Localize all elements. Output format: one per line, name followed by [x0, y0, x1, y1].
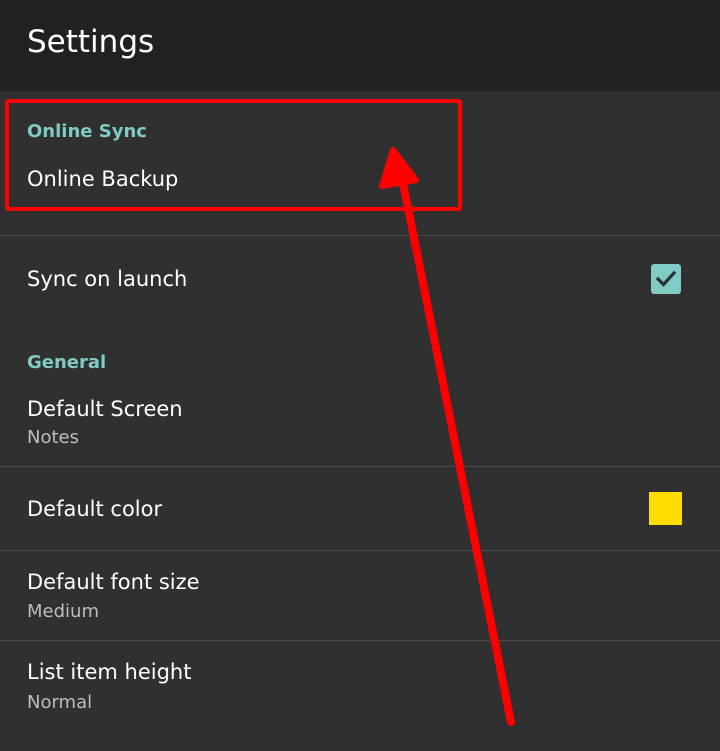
- pref-default-color[interactable]: Default color: [0, 467, 720, 550]
- pref-summary: Notes: [27, 427, 79, 448]
- category-general: General: [27, 352, 107, 373]
- app-bar: Settings: [0, 0, 720, 91]
- sync-on-launch-checkbox[interactable]: [651, 264, 681, 294]
- pref-title: Default color: [27, 497, 163, 521]
- page-title: Settings: [27, 24, 155, 60]
- pref-summary: Normal: [27, 692, 93, 713]
- pref-title: Online Backup: [27, 167, 179, 191]
- pref-online-backup[interactable]: Online Backup: [0, 150, 720, 235]
- color-swatch[interactable]: [649, 492, 682, 525]
- pref-default-screen[interactable]: Default Screen Notes: [0, 380, 720, 466]
- pref-title: Default font size: [27, 570, 200, 594]
- pref-sync-on-launch[interactable]: Sync on launch: [0, 236, 720, 326]
- pref-title: List item height: [27, 660, 192, 684]
- pref-title: Default Screen: [27, 397, 183, 421]
- pref-summary: Medium: [27, 601, 99, 622]
- category-online-sync: Online Sync: [27, 121, 147, 142]
- pref-default-font-size[interactable]: Default font size Medium: [0, 551, 720, 640]
- checkmark-icon: [655, 270, 677, 287]
- pref-title: Sync on launch: [27, 267, 188, 291]
- pref-list-item-height[interactable]: List item height Normal: [0, 641, 720, 751]
